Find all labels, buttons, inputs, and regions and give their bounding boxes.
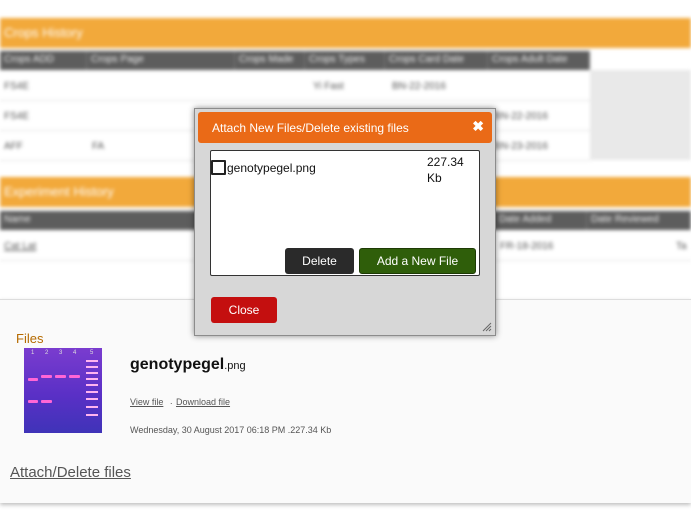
delete-button[interactable]: Delete	[285, 248, 354, 274]
section-header-crops: Crops History	[0, 18, 691, 48]
file-name-heading: genotypegel.png	[130, 356, 246, 374]
ladder-band	[86, 414, 98, 416]
link-separator: .	[170, 396, 173, 406]
file-checkbox[interactable]	[211, 160, 226, 175]
ladder-band	[86, 372, 98, 374]
table-cell: BN-22-2016	[392, 80, 446, 92]
table-cell: FR-18-2016	[500, 240, 554, 252]
column-header: Crops Card Date	[385, 51, 488, 70]
table-cell: FS4E	[4, 110, 30, 122]
crops-column-header: Crops ADD Crops Page Crops Made Crops Ty…	[0, 51, 590, 70]
view-file-link[interactable]: View file	[130, 397, 163, 407]
column-header: Crops Adult Date	[488, 51, 590, 70]
table-cell: Cat Lat	[4, 240, 37, 252]
attach-delete-files-link[interactable]: Attach/Delete files	[10, 464, 131, 481]
gel-band	[28, 400, 38, 403]
resize-grip-icon[interactable]	[482, 322, 492, 332]
table-cell: AFF	[4, 140, 23, 152]
table-cell: BN-23-2016	[494, 140, 548, 152]
column-header: Crops Types	[305, 51, 385, 70]
gel-band	[41, 375, 52, 378]
column-header: Date Reviewed	[587, 211, 691, 230]
gel-band	[28, 378, 38, 381]
lane-number: 5	[90, 350, 94, 356]
column-header: Date Added	[495, 211, 587, 230]
lane-number: 3	[59, 350, 63, 356]
section-title: Crops History	[4, 25, 83, 40]
table-cell: Ta	[676, 240, 687, 252]
table-cell: BN-22-2016	[494, 110, 548, 122]
file-meta: Wednesday, 30 August 2017 06:18 PM .227.…	[130, 425, 332, 435]
file-item-name: genotypegel.png	[227, 161, 316, 175]
column-header: Crops Page	[87, 51, 235, 70]
table-row: FS4E Yi Fast BN-22-2016	[0, 72, 590, 101]
file-list: genotypegel.png 227.34 Kb Delete Add a N…	[210, 150, 480, 276]
section-title: Experiment History	[4, 184, 114, 199]
gel-band	[55, 375, 66, 378]
ladder-band	[86, 378, 98, 380]
dialog-title: Attach New Files/Delete existing files	[212, 121, 409, 135]
ladder-band	[86, 391, 98, 393]
file-item-size: 227.34 Kb	[427, 155, 464, 185]
ladder-band	[86, 360, 98, 362]
ladder-band	[86, 398, 98, 400]
add-new-file-button[interactable]: Add a New File	[359, 248, 476, 274]
gel-band	[41, 400, 52, 403]
table-cell: Yi Fast	[313, 80, 344, 92]
ladder-band	[86, 406, 98, 408]
column-header: Crops Made	[235, 51, 305, 70]
attach-files-dialog: Attach New Files/Delete existing files ✖…	[194, 108, 496, 336]
dialog-header[interactable]: Attach New Files/Delete existing files ✖	[198, 112, 492, 143]
lane-number: 2	[45, 350, 49, 356]
file-thumbnail[interactable]: 1 2 3 4 5	[24, 348, 102, 433]
files-title: Files	[16, 331, 44, 346]
close-icon[interactable]: ✖	[472, 118, 484, 135]
grey-block	[590, 70, 691, 160]
table-cell: FS4E	[4, 80, 30, 92]
close-button[interactable]: Close	[211, 297, 277, 323]
ladder-band	[86, 366, 98, 368]
lane-number: 1	[31, 350, 35, 356]
file-extension: .png	[224, 360, 246, 372]
gel-band	[69, 375, 80, 378]
file-name: genotypegel	[130, 356, 225, 373]
column-header: Crops ADD	[0, 51, 87, 70]
download-file-link[interactable]: Download file	[176, 397, 230, 407]
lane-number: 4	[73, 350, 77, 356]
table-cell: FA	[92, 140, 105, 152]
ladder-band	[86, 384, 98, 386]
